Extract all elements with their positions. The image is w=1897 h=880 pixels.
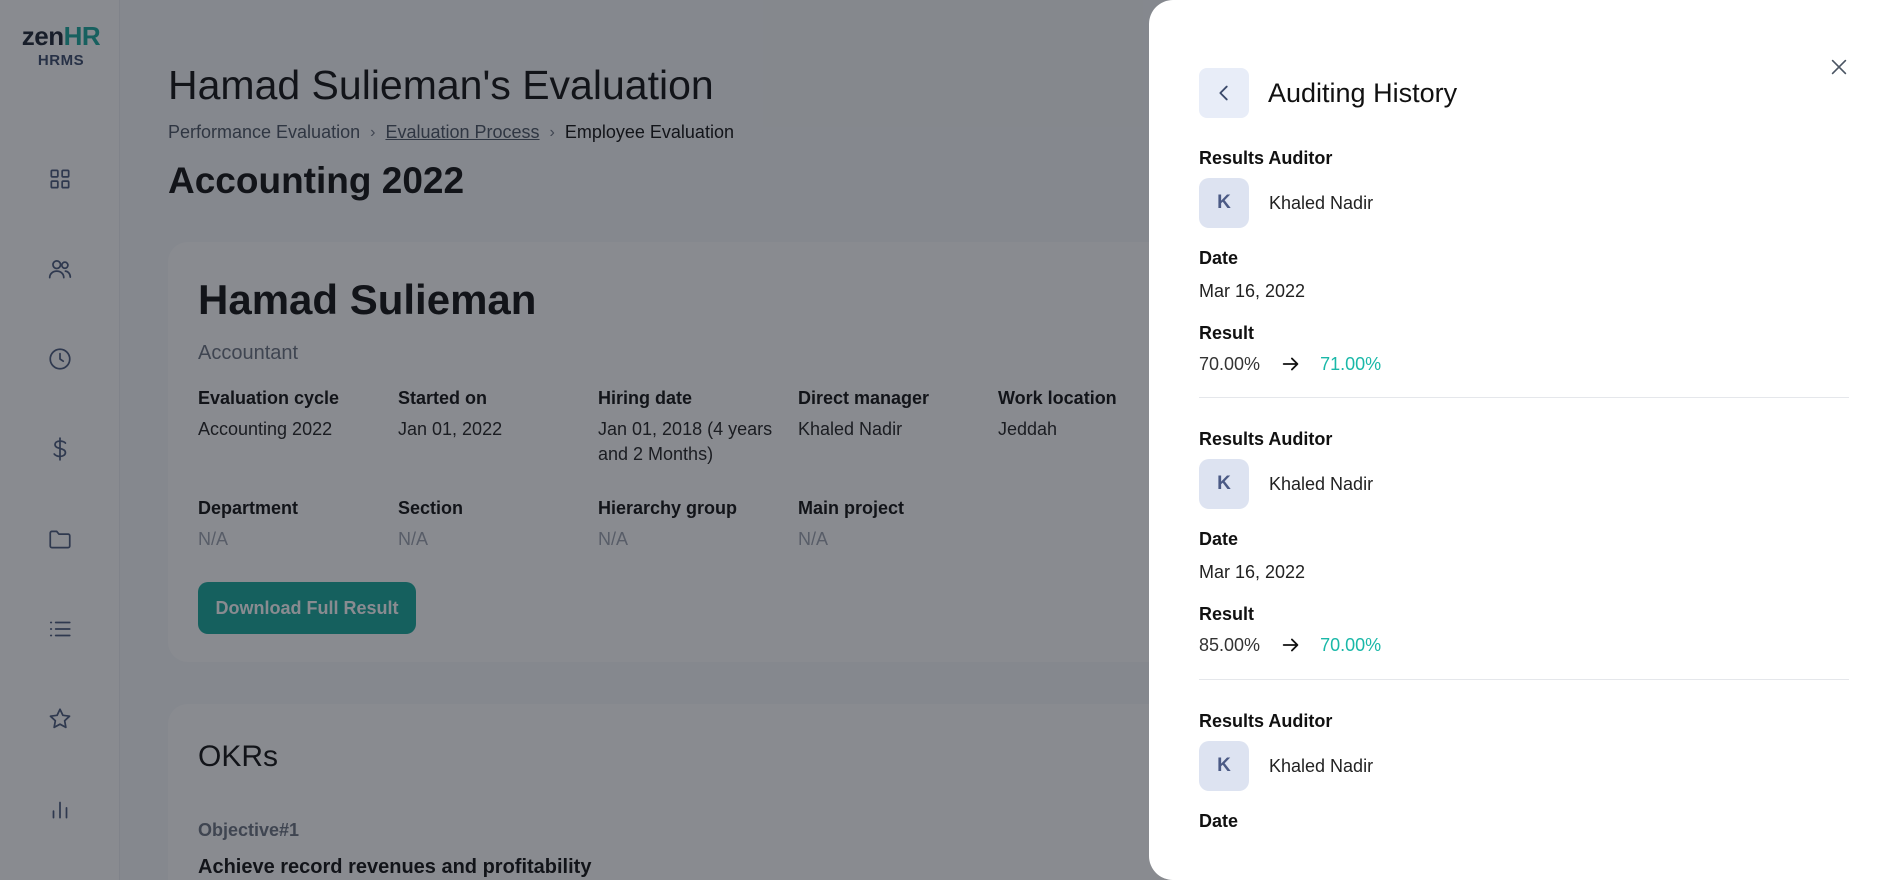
date-label: Date	[1199, 529, 1239, 549]
auditor-label: Results Auditor	[1199, 148, 1333, 168]
auditing-history-drawer: Auditing History Results Auditor K Khale…	[1149, 0, 1897, 880]
avatar: K	[1199, 741, 1249, 791]
arrow-right-icon	[1280, 634, 1302, 656]
new-result: 70.00%	[1320, 634, 1382, 655]
result-change: 85.00% 70.00%	[1199, 634, 1381, 656]
chevron-left-icon	[1219, 85, 1228, 101]
result-label: Result	[1199, 604, 1255, 624]
auditor-label: Results Auditor	[1199, 711, 1333, 731]
avatar: K	[1199, 178, 1249, 228]
result-change: 70.00% 71.00%	[1199, 353, 1381, 375]
new-result: 71.00%	[1320, 353, 1382, 374]
old-result: 70.00%	[1199, 353, 1261, 374]
divider	[1199, 679, 1849, 680]
close-button[interactable]	[1824, 52, 1854, 82]
date-value: Mar 16, 2022	[1199, 562, 1306, 582]
old-result: 85.00%	[1199, 634, 1261, 655]
auditor-name: Khaled Nadir	[1269, 193, 1374, 213]
auditor-label: Results Auditor	[1199, 429, 1333, 449]
close-icon	[1831, 59, 1847, 75]
back-button[interactable]	[1199, 68, 1249, 118]
divider	[1199, 397, 1849, 398]
date-label: Date	[1199, 811, 1239, 831]
result-label: Result	[1199, 323, 1255, 343]
auditor-name: Khaled Nadir	[1269, 474, 1374, 494]
arrow-right-icon	[1280, 353, 1302, 375]
date-label: Date	[1199, 248, 1239, 268]
auditor-name: Khaled Nadir	[1269, 756, 1374, 776]
drawer-title: Auditing History	[1268, 78, 1458, 108]
date-value: Mar 16, 2022	[1199, 281, 1306, 301]
avatar: K	[1199, 459, 1249, 509]
